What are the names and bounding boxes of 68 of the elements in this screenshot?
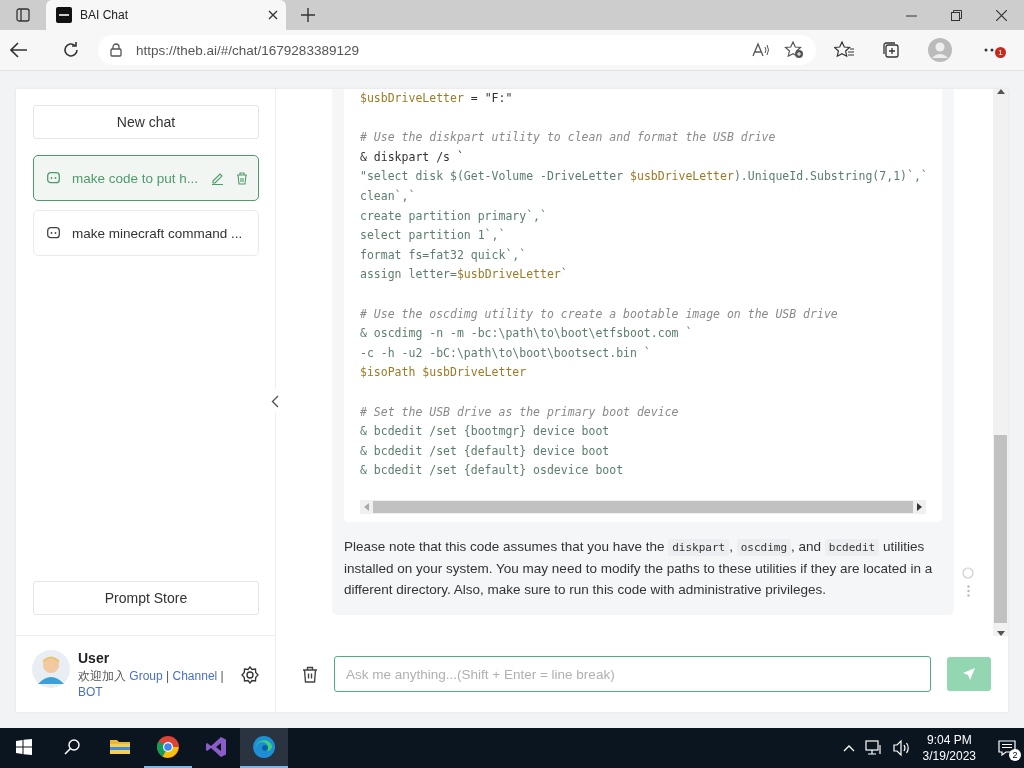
notification-count: 2	[1009, 749, 1021, 761]
favorite-add-icon[interactable]	[784, 41, 804, 59]
read-aloud-icon[interactable]	[752, 42, 770, 58]
settings-icon[interactable]	[241, 666, 259, 684]
user-name: User	[78, 650, 111, 666]
back-icon[interactable]	[10, 42, 28, 58]
network-icon[interactable]	[864, 740, 883, 756]
notifications-icon[interactable]	[998, 740, 1016, 756]
site-logo-icon	[56, 7, 72, 23]
code-line: & bcdedit /set {default} device boot	[360, 442, 611, 460]
code-line: & diskpart /s `	[360, 148, 465, 166]
edge-browser-icon	[252, 735, 276, 759]
refresh-icon[interactable]	[62, 41, 80, 59]
show-hidden-icon[interactable]	[842, 744, 855, 752]
loading-circle-icon	[962, 567, 974, 579]
code-line: select partition 1`,`	[360, 227, 507, 245]
studio-icon	[204, 735, 228, 759]
clock[interactable]: 9:04 PM 3/19/2023	[922, 732, 976, 764]
code-line: & bcdedit /set {bootmgr} device boot	[360, 423, 611, 441]
lock-icon	[110, 43, 122, 57]
delete-icon[interactable]	[236, 171, 248, 185]
code-line: assign letter=$usbDriveLetter`	[360, 266, 569, 284]
scroll-down-icon	[996, 631, 1005, 636]
chat-bubble-icon	[47, 172, 60, 184]
code-line: format fs=fat32 quick`,`	[360, 246, 528, 264]
scroll-up-icon	[996, 89, 1005, 94]
code-line: "select disk $(Get-Volume -DriveLetter $usbDriveLetter).UniqueId.Substring(7,1)`,`	[360, 168, 926, 186]
close-icon[interactable]	[268, 10, 278, 20]
browser-icon	[156, 735, 180, 759]
vertical-scrollbar[interactable]	[993, 89, 1008, 636]
address-bar[interactable]: https://theb.ai/#/chat/1679283389129	[98, 35, 816, 65]
code-line: create partition primary`,`	[360, 207, 548, 225]
send-icon	[962, 667, 976, 681]
start-icon[interactable]	[16, 739, 32, 755]
browser-tab[interactable]: BAI Chat	[46, 0, 286, 30]
edit-icon[interactable]	[211, 171, 224, 185]
tab-actions-icon[interactable]	[16, 8, 30, 22]
new-chat-button[interactable]: New chat	[33, 105, 259, 139]
code-line: & oscdimg -n -m -bc:\path\to\boot\etfsboot.com `	[360, 325, 694, 343]
code-line: clean`,`	[360, 187, 417, 205]
welcome-text: 欢迎加入 Group | Channel | BOT	[78, 669, 224, 699]
user-avatar-icon	[32, 650, 70, 688]
search-icon[interactable]	[64, 739, 80, 755]
chat-item[interactable]: make minecraft command ...	[33, 210, 259, 256]
trash-icon[interactable]	[302, 665, 318, 683]
notification-badge: 1	[995, 47, 1006, 58]
taskbar-button[interactable]	[240, 728, 288, 768]
code-line: & bcdedit /set {default} osdevice boot	[360, 462, 625, 480]
chat-bubble-icon	[47, 227, 60, 239]
code-line: # Use the diskpart utility to clean and format the USB drive	[360, 129, 777, 147]
code-line: # Set the USB drive as the primary boot device	[360, 403, 680, 421]
message-input[interactable]: Ask me anything...(Shift + Enter = line break)	[334, 656, 931, 692]
scroll-left-icon	[364, 503, 369, 512]
collapse-icon[interactable]	[271, 394, 279, 408]
new-tab-icon[interactable]	[301, 8, 315, 22]
answer-text: Please note that this code assumes that you have the diskpart , oscdimg , and bcdedit utilities installed on your system. You may need to modify the paths to these utilities if they are located in a different directory. Also, make sure to run this code with administrative privileges.	[344, 538, 934, 600]
code-line: $isoPath $usbDriveLetter	[360, 364, 528, 382]
code-line: # Use the oscdimg utility to create a bootable image on the USB drive	[360, 305, 839, 323]
collections-icon[interactable]	[882, 41, 900, 59]
code-line: $usbDriveLetter = "F:"	[360, 90, 514, 107]
scroll-right-icon	[917, 503, 922, 512]
prompt-store-button[interactable]: Prompt Store	[33, 581, 259, 615]
volume-icon[interactable]	[892, 740, 911, 756]
restore-icon[interactable]	[951, 9, 962, 21]
close-icon[interactable]	[996, 9, 1007, 21]
code-line: -c -h -u2 -bC:\path\to\boot\bootsect.bin `	[360, 344, 652, 362]
horizontal-scrollbar[interactable]	[360, 500, 926, 515]
favorites-icon[interactable]	[834, 41, 854, 59]
